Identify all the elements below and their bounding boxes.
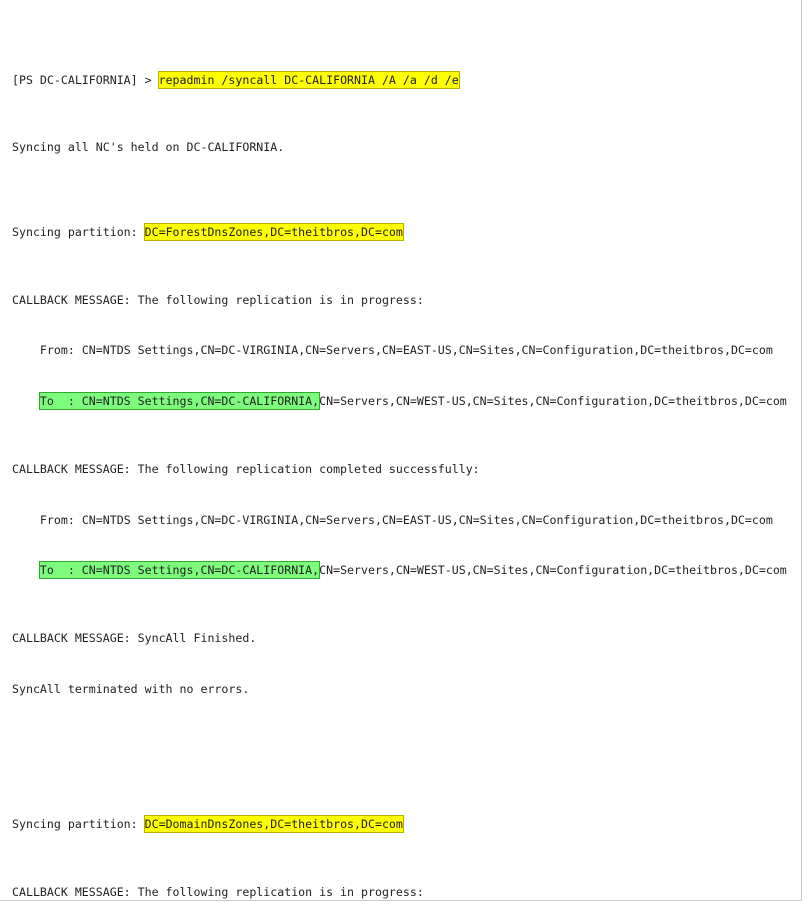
blank-line-1	[12, 731, 801, 748]
callback-in-progress-1: CALLBACK MESSAGE: The following replicat…	[12, 292, 424, 307]
replication-to-line-1b: To : CN=NTDS Settings,CN=DC-CALIFORNIA,C…	[12, 562, 801, 579]
console-output-area[interactable]: [PS DC-CALIFORNIA] > repadmin /syncall D…	[0, 0, 801, 900]
callback-finished-1: CALLBACK MESSAGE: SyncAll Finished.	[12, 630, 257, 645]
from-dn-1a: CN=NTDS Settings,CN=DC-VIRGINIA,CN=Serve…	[81, 343, 773, 358]
partition-name-1: DC=ForestDnsZones,DC=theitbros,DC=com	[144, 223, 403, 240]
command-prompt-line: [PS DC-CALIFORNIA] > repadmin /syncall D…	[12, 71, 801, 89]
powershell-console-window[interactable]: [PS DC-CALIFORNIA] > repadmin /syncall D…	[0, 0, 802, 901]
to-dn-highlight-1a: To : CN=NTDS Settings,CN=DC-CALIFORNIA,	[39, 393, 320, 410]
replication-from-line-1b: From: CN=NTDS Settings,CN=DC-VIRGINIA,CN…	[12, 512, 801, 529]
syncing-partition-line-1: Syncing partition: DC=ForestDnsZones,DC=…	[12, 223, 801, 241]
from-prefix-1a: From:	[12, 343, 82, 358]
replication-from-line-1a: From: CN=NTDS Settings,CN=DC-VIRGINIA,CN…	[12, 342, 801, 359]
from-prefix-1b: From:	[12, 512, 82, 527]
to-dn-remainder-1a: CN=Servers,CN=WEST-US,CN=Sites,CN=Config…	[319, 394, 787, 409]
to-indent-1a	[12, 394, 40, 408]
to-indent-1b	[12, 563, 40, 577]
to-dn-remainder-1b: CN=Servers,CN=WEST-US,CN=Sites,CN=Config…	[319, 563, 787, 578]
partition-name-2: DC=DomainDnsZones,DC=theitbros,DC=com	[144, 816, 403, 833]
replication-to-line-1a: To : CN=NTDS Settings,CN=DC-CALIFORNIA,C…	[12, 393, 801, 410]
to-dn-highlight-1b: To : CN=NTDS Settings,CN=DC-CALIFORNIA,	[39, 562, 320, 579]
syncall-terminated-1: SyncAll terminated with no errors.	[12, 681, 250, 696]
syncing-partition-line-2: Syncing partition: DC=DomainDnsZones,DC=…	[12, 816, 801, 833]
callback-in-progress-2: CALLBACK MESSAGE: The following replicat…	[12, 884, 424, 899]
prompt-text: [PS DC-CALIFORNIA] >	[12, 72, 159, 87]
from-dn-1b: CN=NTDS Settings,CN=DC-VIRGINIA,CN=Serve…	[81, 512, 773, 527]
syncing-all-line: Syncing all NC's held on DC-CALIFORNIA.	[12, 140, 285, 155]
callback-completed-1: CALLBACK MESSAGE: The following replicat…	[12, 461, 480, 476]
syncing-partition-label-2: Syncing partition:	[12, 817, 145, 832]
syncing-partition-label-1: Syncing partition:	[12, 224, 145, 239]
entered-command-highlight: repadmin /syncall DC-CALIFORNIA /A /a /d…	[158, 71, 459, 88]
